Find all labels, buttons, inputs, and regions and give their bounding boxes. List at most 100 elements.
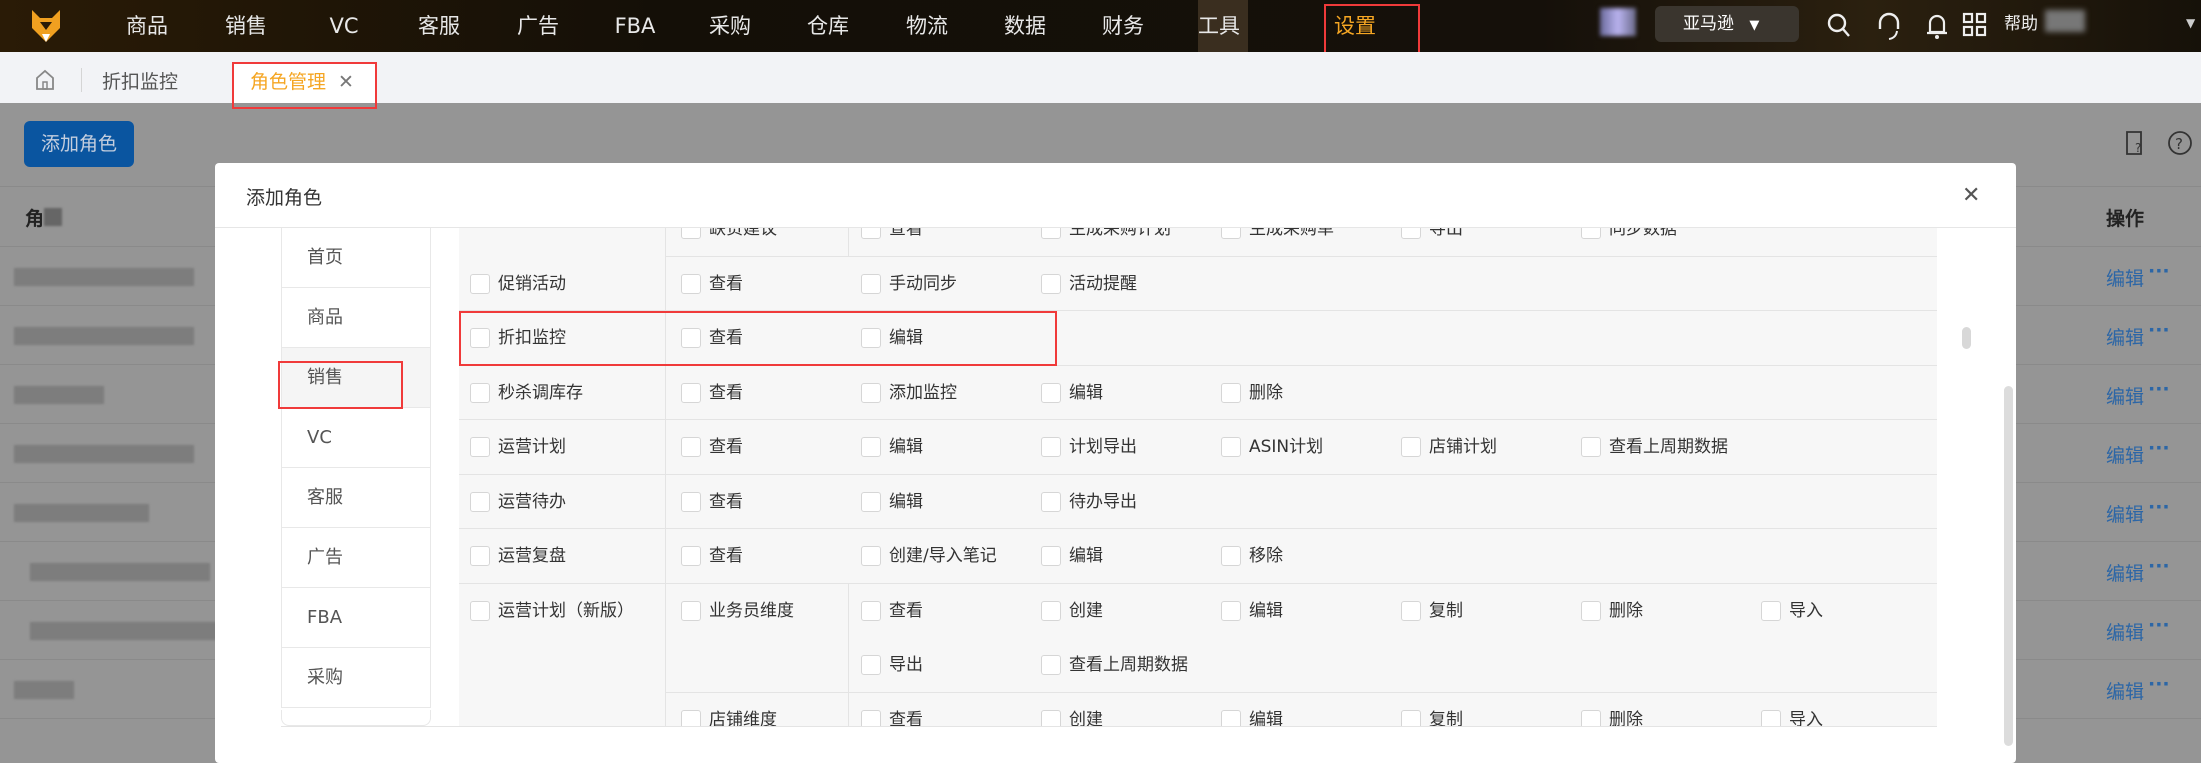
permission-option-checkbox[interactable] [1221, 709, 1241, 726]
more-icon[interactable]: ··· [2148, 673, 2170, 695]
edit-link[interactable]: 编辑 [2106, 618, 2144, 645]
edit-link[interactable]: 编辑 [2106, 441, 2144, 468]
nav-item-0[interactable]: 商品 [126, 0, 168, 52]
submodule-checkbox[interactable] [681, 600, 701, 621]
apps-grid-icon[interactable] [1962, 12, 1988, 38]
permission-option-checkbox[interactable] [1581, 228, 1601, 239]
permission-option-checkbox[interactable] [1221, 382, 1241, 403]
platform-selector[interactable]: 亚马逊 ▼ [1655, 6, 1799, 42]
permission-option-checkbox[interactable] [1761, 600, 1781, 621]
permission-option-checkbox[interactable] [1581, 437, 1601, 457]
nav-item-9[interactable]: 数据 [1004, 0, 1046, 52]
nav-item-5[interactable]: FBA [615, 0, 656, 52]
permission-option-checkbox[interactable] [1041, 709, 1061, 726]
help-link[interactable]: 帮助 [2004, 0, 2038, 52]
menu-item-3[interactable]: VC [281, 408, 431, 468]
permission-option-checkbox[interactable] [681, 491, 701, 512]
module-checkbox[interactable] [470, 437, 490, 457]
permission-option-checkbox[interactable] [861, 328, 881, 348]
menu-item-6[interactable]: FBA [281, 588, 431, 648]
edit-link[interactable]: 编辑 [2106, 500, 2144, 527]
permission-option-checkbox[interactable] [1221, 546, 1241, 566]
module-checkbox[interactable] [470, 546, 490, 566]
tab-discount-monitor[interactable]: 折扣监控 [102, 62, 178, 103]
more-icon[interactable]: ··· [2148, 614, 2170, 636]
search-icon[interactable] [1826, 12, 1852, 40]
module-checkbox[interactable] [470, 273, 490, 294]
bell-icon[interactable] [1925, 11, 1949, 41]
module-checkbox[interactable] [470, 600, 490, 621]
headset-icon[interactable] [1876, 11, 1902, 41]
more-icon[interactable]: ··· [2148, 319, 2170, 341]
close-dialog-icon[interactable]: ✕ [1962, 183, 1980, 208]
permission-option-checkbox[interactable] [1221, 600, 1241, 621]
permission-option-checkbox[interactable] [681, 328, 701, 348]
edit-link[interactable]: 编辑 [2106, 559, 2144, 586]
edit-link[interactable]: 编辑 [2106, 264, 2144, 291]
permission-option-checkbox[interactable] [861, 709, 881, 726]
help-circle-icon[interactable]: ? [2167, 130, 2193, 156]
permission-option-checkbox[interactable] [861, 228, 881, 239]
menu-item-1[interactable]: 商品 [281, 288, 431, 348]
nav-item-1[interactable]: 销售 [225, 0, 267, 52]
permission-option-checkbox[interactable] [1041, 546, 1061, 566]
more-icon[interactable]: ··· [2148, 555, 2170, 577]
nav-item-2[interactable]: VC [329, 0, 358, 52]
permission-option-checkbox[interactable] [681, 273, 701, 294]
permission-option-checkbox[interactable] [681, 437, 701, 457]
menu-item-0[interactable]: 首页 [281, 228, 431, 288]
permission-option-checkbox[interactable] [861, 273, 881, 294]
menu-item-4[interactable]: 客服 [281, 468, 431, 528]
permission-option-checkbox[interactable] [1401, 600, 1421, 621]
menu-item-2[interactable]: 销售 [281, 348, 431, 408]
edit-link[interactable]: 编辑 [2106, 677, 2144, 704]
user-caret-icon[interactable]: ▼ [2186, 16, 2195, 30]
more-icon[interactable]: ··· [2148, 260, 2170, 282]
edit-link[interactable]: 编辑 [2106, 323, 2144, 350]
permission-option-checkbox[interactable] [1401, 437, 1421, 457]
permission-option-checkbox[interactable] [1401, 228, 1421, 239]
more-icon[interactable]: ··· [2148, 496, 2170, 518]
nav-item-6[interactable]: 采购 [709, 0, 751, 52]
more-icon[interactable]: ··· [2148, 437, 2170, 459]
permission-option-checkbox[interactable] [1041, 437, 1061, 457]
permission-option-checkbox[interactable] [1221, 228, 1241, 239]
nav-item-11[interactable]: 工具 [1198, 0, 1240, 52]
permission-option-checkbox[interactable] [861, 600, 881, 621]
permission-option-checkbox[interactable] [861, 491, 881, 512]
permission-option-checkbox[interactable] [1041, 382, 1061, 403]
doc-help-icon[interactable]: ? [2124, 130, 2146, 156]
permission-option-checkbox[interactable] [1041, 600, 1061, 621]
nav-item-7[interactable]: 仓库 [807, 0, 849, 52]
add-role-button[interactable]: 添加角色 [24, 121, 134, 167]
inner-scrollbar-thumb[interactable] [1962, 327, 1971, 349]
permission-option-checkbox[interactable] [1401, 709, 1421, 726]
permission-option-checkbox[interactable] [861, 655, 881, 675]
menu-item-7[interactable]: 采购 [281, 648, 431, 708]
dialog-scrollbar[interactable] [2004, 386, 2013, 746]
permission-option-checkbox[interactable] [681, 382, 701, 403]
nav-item-12[interactable]: 设置 [1334, 0, 1376, 52]
fox-logo-icon[interactable] [30, 8, 62, 44]
nav-item-4[interactable]: 广告 [517, 0, 559, 52]
permission-option-checkbox[interactable] [861, 437, 881, 457]
menu-item-5[interactable]: 广告 [281, 528, 431, 588]
permission-option-checkbox[interactable] [1581, 709, 1601, 726]
edit-link[interactable]: 编辑 [2106, 382, 2144, 409]
permission-option-checkbox[interactable] [1581, 600, 1601, 621]
submodule-checkbox[interactable] [681, 709, 701, 726]
permission-option-checkbox[interactable] [1761, 709, 1781, 726]
permission-option-checkbox[interactable] [1041, 273, 1061, 294]
permission-option-checkbox[interactable] [1041, 491, 1061, 512]
module-checkbox[interactable] [470, 328, 490, 348]
nav-item-3[interactable]: 客服 [418, 0, 460, 52]
permission-option-checkbox[interactable] [861, 546, 881, 566]
blurred-user[interactable] [2045, 10, 2085, 32]
tab-role-management[interactable]: 角色管理 ✕ [232, 62, 376, 103]
close-tab-icon[interactable]: ✕ [338, 62, 354, 103]
permission-option-checkbox[interactable] [1041, 228, 1061, 239]
permission-option-checkbox[interactable] [1221, 437, 1241, 457]
home-icon[interactable] [34, 68, 56, 92]
module-checkbox[interactable] [470, 491, 490, 512]
module-checkbox[interactable] [470, 382, 490, 403]
